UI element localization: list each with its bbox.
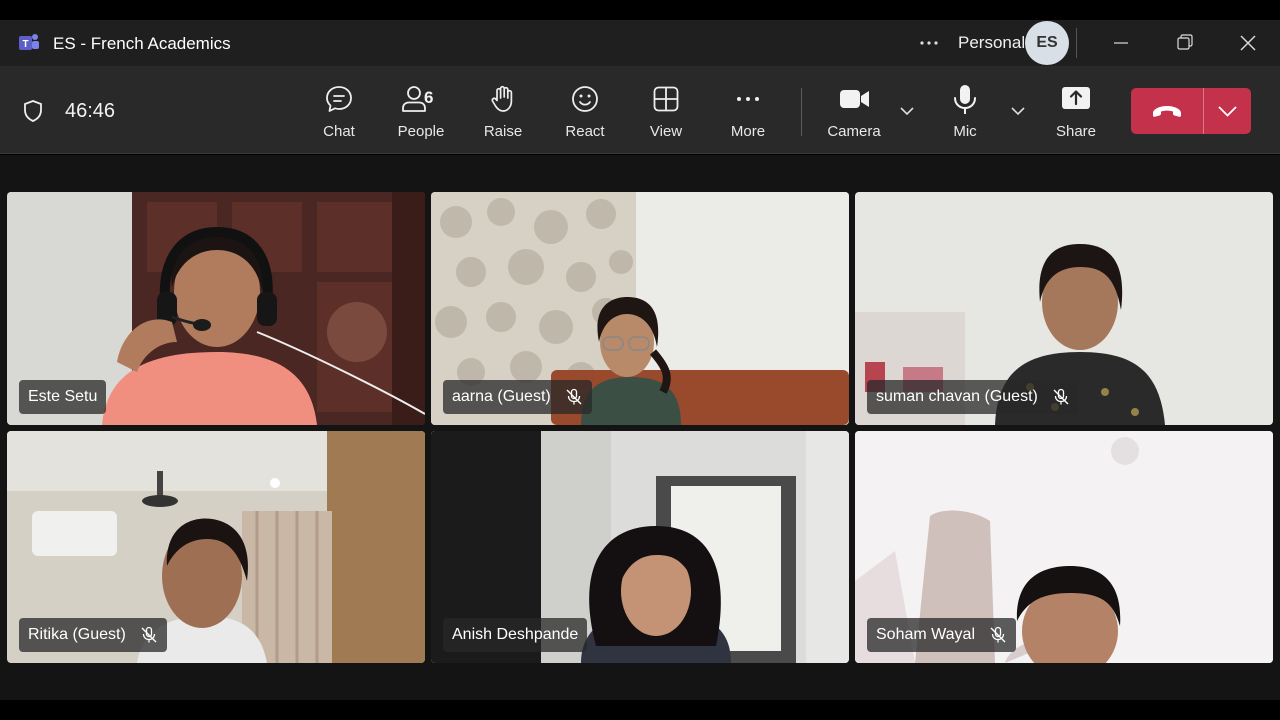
chat-icon xyxy=(326,86,352,112)
share-screen-icon xyxy=(1062,87,1090,109)
view-label: View xyxy=(649,123,683,140)
more-button[interactable]: More xyxy=(718,66,778,154)
participant-nametag: aarna (Guest) xyxy=(443,380,592,414)
participant-name: Soham Wayal xyxy=(876,626,975,643)
minimize-icon[interactable] xyxy=(1106,28,1136,58)
participant-name: Ritika (Guest) xyxy=(28,626,126,643)
window-title: ES - French Academics xyxy=(53,34,231,53)
camera-button[interactable]: Camera xyxy=(819,66,889,154)
people-label: People xyxy=(397,123,445,140)
mic-off-icon xyxy=(566,388,582,405)
leave-options-chevron-icon[interactable] xyxy=(1204,88,1251,134)
participant-nametag: Anish Deshpande xyxy=(443,618,588,652)
raise-label: Raise xyxy=(483,123,523,140)
mic-off-icon xyxy=(141,626,157,643)
participant-nametag: Este Setu xyxy=(19,380,107,414)
people-button[interactable]: 6 People xyxy=(391,66,451,154)
chat-button[interactable]: Chat xyxy=(309,66,369,154)
mic-off-icon xyxy=(990,626,1006,643)
participant-nametag: suman chavan (Guest) xyxy=(867,380,1079,414)
participant-tile-active-speaker[interactable]: Anish Deshpande xyxy=(431,431,849,663)
more-options-icon[interactable] xyxy=(916,30,942,56)
mic-options-chevron-icon[interactable] xyxy=(1009,102,1027,120)
participant-name: suman chavan (Guest) xyxy=(876,388,1038,405)
camera-options-chevron-icon[interactable] xyxy=(898,102,916,120)
participant-tile[interactable]: aarna (Guest) xyxy=(431,192,849,425)
restore-icon[interactable] xyxy=(1170,28,1200,58)
mic-off-icon xyxy=(1053,388,1069,405)
camera-icon xyxy=(840,90,869,108)
participant-name: Este Setu xyxy=(28,388,98,405)
view-button[interactable]: View xyxy=(636,66,696,154)
share-button[interactable]: Share xyxy=(1046,66,1106,154)
mic-button[interactable]: Mic xyxy=(935,66,995,154)
participant-tile[interactable]: Ritika (Guest) xyxy=(7,431,425,663)
chat-label: Chat xyxy=(323,123,355,140)
title-divider xyxy=(1076,28,1077,58)
mic-label: Mic xyxy=(953,123,977,140)
camera-label: Camera xyxy=(827,123,881,140)
title-bar: T ES - French Academics Personal ES xyxy=(0,20,1280,66)
microphone-icon xyxy=(954,85,976,114)
more-label: More xyxy=(730,123,766,140)
toolbar-divider xyxy=(801,88,802,136)
share-label: Share xyxy=(1055,123,1097,140)
svg-text:T: T xyxy=(22,39,28,50)
avatar[interactable]: ES xyxy=(1025,21,1069,65)
people-count: 6 xyxy=(424,88,434,107)
shield-icon xyxy=(24,100,42,122)
hand-icon xyxy=(491,85,513,112)
participant-name: Anish Deshpande xyxy=(452,626,579,643)
smiley-icon xyxy=(572,86,598,112)
account-label[interactable]: Personal xyxy=(958,33,1025,53)
participant-tile[interactable]: suman chavan (Guest) xyxy=(855,192,1273,425)
react-button[interactable]: React xyxy=(555,66,615,154)
hang-up-icon[interactable] xyxy=(1131,88,1203,134)
close-icon[interactable] xyxy=(1233,28,1263,58)
more-icon xyxy=(737,97,759,101)
grid-view-icon xyxy=(653,86,679,112)
react-label: React xyxy=(565,123,605,140)
participant-name: aarna (Guest) xyxy=(452,388,551,405)
participant-nametag: Soham Wayal xyxy=(867,618,1016,652)
leave-call-control xyxy=(1131,88,1251,134)
letterbox-bottom xyxy=(0,700,1280,720)
participant-nametag: Ritika (Guest) xyxy=(19,618,167,652)
participant-tile[interactable]: Este Setu xyxy=(7,192,425,425)
raise-hand-button[interactable]: Raise xyxy=(473,66,533,154)
participant-tile[interactable]: Soham Wayal xyxy=(855,431,1273,663)
meeting-toolbar: 46:46 Chat 6 People Raise React View Mor… xyxy=(0,66,1280,154)
teams-logo-icon: T xyxy=(19,34,39,50)
letterbox-top xyxy=(0,0,1280,20)
meeting-timer: 46:46 xyxy=(65,100,116,122)
